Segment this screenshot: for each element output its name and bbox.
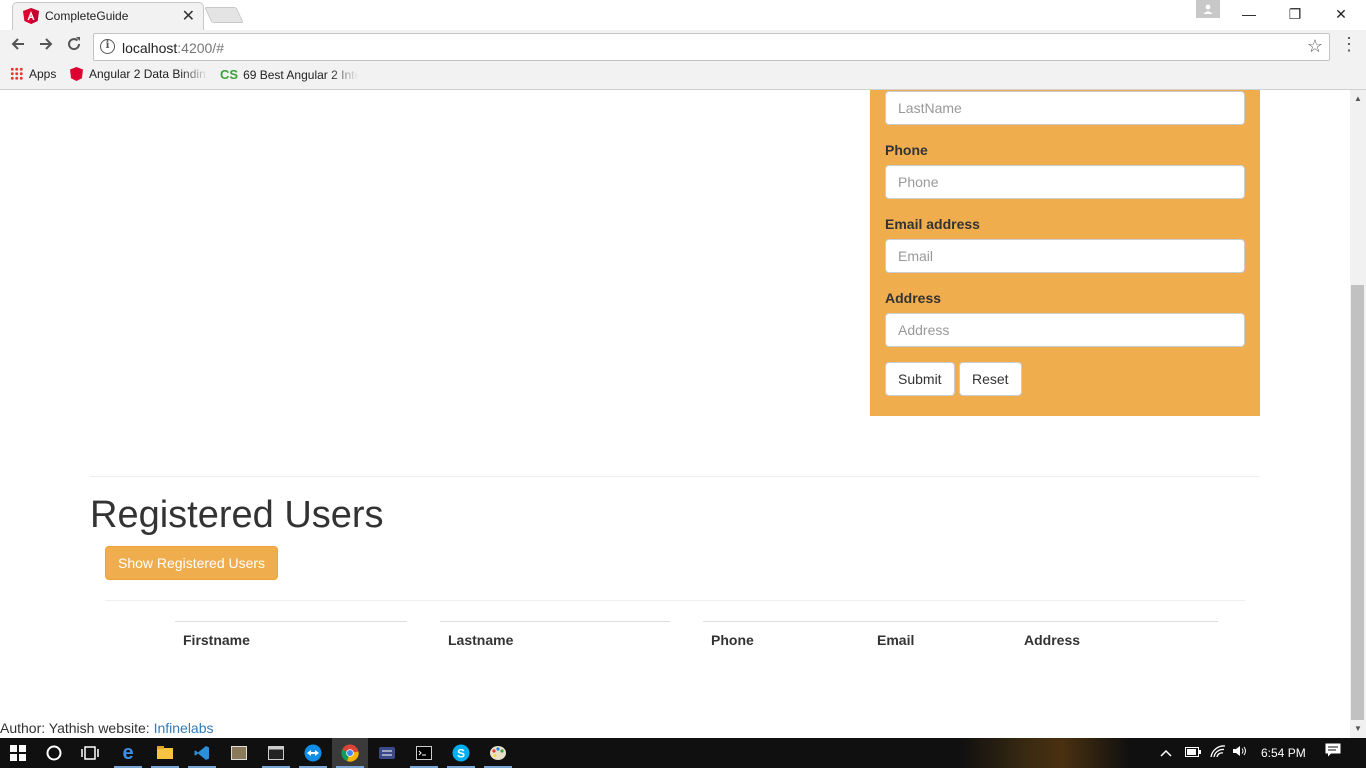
clock-time[interactable]: 6:54 PM [1261,738,1306,768]
column-header-firstname: Firstname [183,632,250,648]
column-header-address: Address [1024,632,1081,648]
column-header-phone: Phone [711,632,754,648]
task-view-icon[interactable] [72,738,108,768]
apps-grid-icon [10,67,23,80]
volume-icon[interactable] [1232,738,1248,768]
new-tab-button[interactable] [204,7,244,23]
browser-menu-icon[interactable]: ⋮ [1340,34,1358,55]
show-hidden-icons[interactable] [1160,738,1172,768]
skype-icon[interactable]: S [443,738,479,768]
section-divider [90,476,1260,477]
page-footer: Author: Yathish website: Infinelabs [0,720,214,736]
maximize-button[interactable]: ❐ [1272,0,1318,28]
page-viewport: Phone Email address Address Submit Reset… [0,90,1350,738]
wifi-icon[interactable] [1210,738,1226,768]
registered-users-heading: Registered Users [90,494,384,536]
action-center-icon[interactable] [1325,738,1341,768]
person-icon[interactable] [1196,0,1220,18]
scroll-down-icon[interactable]: ▼ [1354,724,1362,733]
tab-close-icon[interactable]: ✕ [182,6,195,26]
author-text: Author: Yathish website: [0,720,154,736]
cortana-icon[interactable] [36,738,72,768]
submit-button[interactable]: Submit [885,362,955,396]
tab-strip: CompleteGuide ✕ — ❐ ✕ [0,0,1366,30]
wallpaper-peek [960,738,1130,768]
bookmark-angular-data-binding[interactable]: Angular 2 Data Bindin [70,67,208,81]
angular-icon [70,67,83,81]
browser-chrome: CompleteGuide ✕ — ❐ ✕ i localhost:4200/#… [0,0,1366,90]
bookmark-star-icon[interactable]: ☆ [1307,36,1323,57]
address-bar[interactable]: i localhost:4200/# ☆ [93,33,1330,61]
page-scrollbar[interactable]: ▲ ▼ [1350,90,1366,738]
infinelabs-link[interactable]: Infinelabs [154,720,214,736]
paint-icon[interactable] [480,738,516,768]
app-icon[interactable] [221,738,257,768]
battery-icon[interactable] [1185,738,1201,768]
phone-label: Phone [885,142,928,158]
email-input[interactable] [885,239,1245,273]
tab-title: CompleteGuide [45,9,129,23]
close-window-button[interactable]: ✕ [1318,0,1364,28]
vscode-icon[interactable] [184,738,220,768]
forward-arrow-icon[interactable] [35,36,57,58]
url-text[interactable]: localhost:4200/# [122,40,224,56]
teamviewer-icon[interactable] [295,738,331,768]
column-rule [440,621,670,622]
table-divider [105,600,1245,601]
column-header-lastname: Lastname [448,632,514,648]
edge-icon[interactable]: e [110,738,146,768]
terminal-icon[interactable] [258,738,294,768]
start-icon[interactable] [0,738,36,768]
windows-taskbar: e S 6:54 PM [0,738,1366,768]
registration-form-panel: Phone Email address Address Submit Reset [870,90,1260,416]
cs-icon: CS [220,67,239,82]
bookmarks-bar: Apps Angular 2 Data Bindin CS 69 Best Ang… [0,64,1366,86]
app-icon[interactable] [369,738,405,768]
svg-text:S: S [457,747,465,761]
bookmark-apps[interactable]: Apps [10,67,56,81]
cmd-icon[interactable] [406,738,442,768]
email-label: Email address [885,216,980,232]
scroll-up-icon[interactable]: ▲ [1354,94,1362,103]
reload-icon[interactable] [63,36,85,58]
lastname-input[interactable] [885,91,1245,125]
back-arrow-icon[interactable] [7,36,29,58]
address-input[interactable] [885,313,1245,347]
minimize-button[interactable]: — [1226,0,1272,28]
column-rule [175,621,407,622]
browser-tab[interactable]: CompleteGuide ✕ [12,2,204,30]
chrome-icon[interactable] [332,738,368,768]
show-registered-users-button[interactable]: Show Registered Users [105,546,279,580]
angular-icon [23,8,39,24]
reset-button[interactable]: Reset [959,362,1022,396]
file-explorer-icon[interactable] [147,738,183,768]
scrollbar-thumb[interactable] [1351,285,1364,720]
column-rule [703,621,1218,622]
column-header-email: Email [877,632,915,648]
address-label: Address [885,290,942,306]
info-icon[interactable]: i [100,39,115,54]
browser-toolbar: i localhost:4200/# ☆ ⋮ [0,30,1366,64]
phone-input[interactable] [885,165,1245,199]
bookmark-angular-interview[interactable]: CS 69 Best Angular 2 Inte [220,67,358,82]
